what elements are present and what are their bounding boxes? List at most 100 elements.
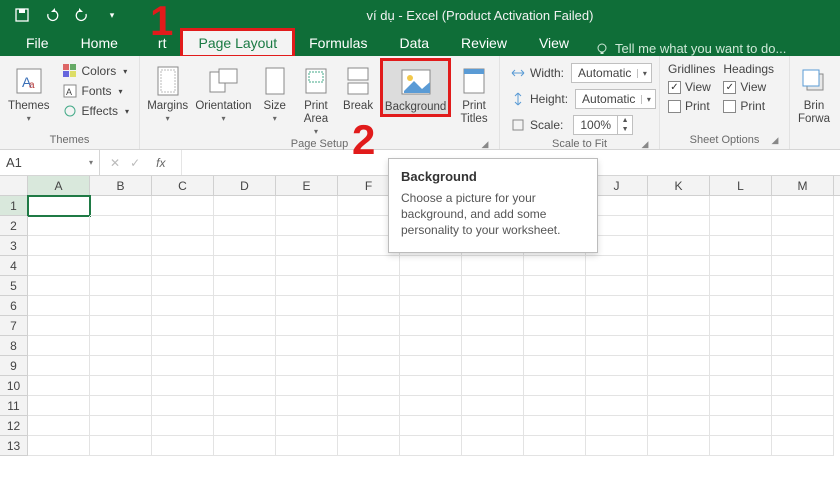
enter-icon[interactable]: ✓ (130, 156, 140, 170)
gridlines-print-checkbox[interactable]: Print (666, 98, 715, 114)
cell[interactable] (586, 376, 648, 396)
cell[interactable] (710, 276, 772, 296)
redo-icon[interactable] (74, 7, 90, 23)
cell[interactable] (214, 316, 276, 336)
cell[interactable] (524, 356, 586, 376)
cell[interactable] (28, 316, 90, 336)
select-all-corner[interactable] (0, 176, 28, 195)
cell[interactable] (276, 436, 338, 456)
cell[interactable] (152, 296, 214, 316)
cell[interactable] (648, 216, 710, 236)
cell[interactable] (586, 396, 648, 416)
cell[interactable] (28, 356, 90, 376)
cell[interactable] (648, 256, 710, 276)
cell[interactable] (90, 396, 152, 416)
row-header[interactable]: 6 (0, 296, 28, 316)
cell[interactable] (772, 256, 834, 276)
cell[interactable] (772, 416, 834, 436)
cell[interactable] (28, 396, 90, 416)
cell[interactable] (586, 356, 648, 376)
col-header[interactable]: E (276, 176, 338, 195)
cell[interactable] (152, 356, 214, 376)
fx-icon[interactable]: fx (150, 156, 171, 170)
print-titles-button[interactable]: Print Titles (455, 60, 493, 126)
cell[interactable] (772, 276, 834, 296)
cell[interactable] (214, 416, 276, 436)
cell[interactable] (338, 396, 400, 416)
cell[interactable] (338, 376, 400, 396)
tab-home[interactable]: Home (65, 30, 134, 56)
dialog-launcher-icon[interactable]: ◢ (769, 135, 781, 147)
cell[interactable] (772, 296, 834, 316)
col-header[interactable]: M (772, 176, 834, 195)
tab-formulas[interactable]: Formulas (293, 30, 383, 56)
row-header[interactable]: 10 (0, 376, 28, 396)
cell[interactable] (28, 276, 90, 296)
cell[interactable] (462, 396, 524, 416)
cell[interactable] (462, 256, 524, 276)
cell[interactable] (90, 416, 152, 436)
cell[interactable] (710, 316, 772, 336)
cell[interactable] (462, 336, 524, 356)
cell[interactable] (586, 316, 648, 336)
col-header[interactable]: B (90, 176, 152, 195)
orientation-button[interactable]: Orientation▾ (195, 60, 251, 123)
row-header[interactable]: 2 (0, 216, 28, 236)
cell[interactable] (648, 396, 710, 416)
cell[interactable] (214, 236, 276, 256)
cell[interactable] (276, 256, 338, 276)
cell[interactable] (338, 436, 400, 456)
colors-button[interactable]: Colors▾ (58, 62, 133, 80)
cell[interactable] (276, 196, 338, 216)
margins-button[interactable]: Margins▾ (146, 60, 189, 123)
cell[interactable] (586, 336, 648, 356)
tab-file[interactable]: File (10, 30, 65, 56)
row-header[interactable]: 1 (0, 196, 28, 216)
cell[interactable] (524, 436, 586, 456)
cell[interactable] (400, 376, 462, 396)
cell[interactable] (90, 276, 152, 296)
breaks-button[interactable]: Break (340, 60, 376, 113)
row-header[interactable]: 4 (0, 256, 28, 276)
row-header[interactable]: 7 (0, 316, 28, 336)
cell[interactable] (214, 256, 276, 276)
row-header[interactable]: 3 (0, 236, 28, 256)
cell[interactable] (710, 356, 772, 376)
cell[interactable] (28, 376, 90, 396)
cell[interactable] (90, 436, 152, 456)
themes-button[interactable]: Aa Themes ▾ (6, 60, 52, 123)
cell[interactable] (524, 256, 586, 276)
cell[interactable] (462, 276, 524, 296)
scale-spinner[interactable]: 100%▲▼ (573, 115, 633, 135)
save-icon[interactable] (14, 7, 30, 23)
cell[interactable] (772, 356, 834, 376)
spin-up-icon[interactable]: ▲ (618, 116, 632, 125)
cell[interactable] (772, 236, 834, 256)
cell[interactable] (524, 296, 586, 316)
cell[interactable] (710, 256, 772, 276)
cell[interactable] (90, 296, 152, 316)
tab-review[interactable]: Review (445, 30, 523, 56)
cell[interactable] (214, 436, 276, 456)
cell[interactable] (772, 316, 834, 336)
background-button[interactable]: Background (382, 60, 449, 115)
fonts-button[interactable]: AFonts▾ (58, 82, 133, 100)
cell[interactable] (648, 416, 710, 436)
cell[interactable] (90, 236, 152, 256)
cell[interactable] (710, 396, 772, 416)
col-header[interactable]: L (710, 176, 772, 195)
row-header[interactable]: 11 (0, 396, 28, 416)
cell[interactable] (152, 236, 214, 256)
cell[interactable] (648, 196, 710, 216)
cell[interactable] (400, 296, 462, 316)
cell[interactable] (214, 296, 276, 316)
cell[interactable] (772, 196, 834, 216)
cell[interactable] (276, 296, 338, 316)
cell[interactable] (586, 256, 648, 276)
row-header[interactable]: 12 (0, 416, 28, 436)
cell[interactable] (400, 336, 462, 356)
cell[interactable] (338, 276, 400, 296)
cell[interactable] (276, 356, 338, 376)
cell[interactable] (214, 216, 276, 236)
cell[interactable] (648, 436, 710, 456)
